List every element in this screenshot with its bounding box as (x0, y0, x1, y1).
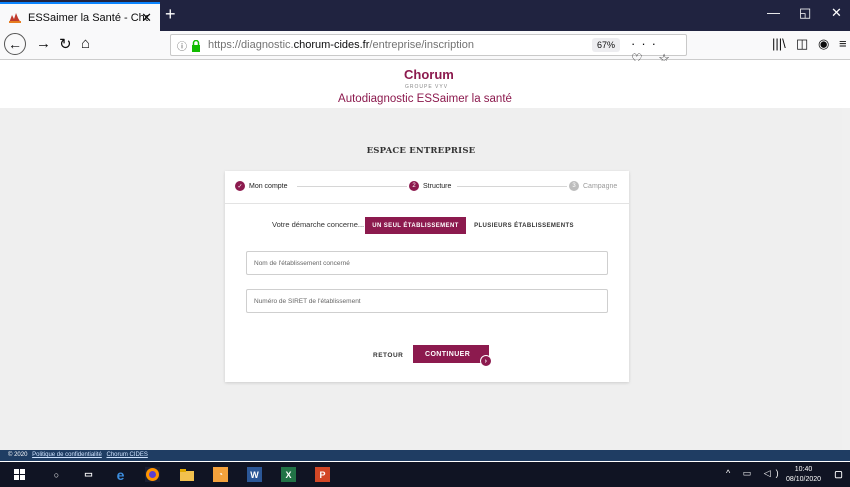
single-establishment-button[interactable]: UN SEUL ÉTABLISSEMENT (365, 217, 466, 234)
url-bar[interactable]: ⓘ https://diagnostic.chorum-cides.fr/ent… (170, 34, 687, 66)
word-icon[interactable]: W (247, 467, 262, 482)
site-footer: © 2020 Politique de confidentialité Chor… (0, 450, 850, 461)
copyright-text: © 2020 (8, 452, 28, 458)
windows-start-icon[interactable] (12, 467, 27, 482)
main-content: ESPACE ENTREPRISE ✓ Mon compte 2 Structu… (0, 108, 842, 450)
reload-icon[interactable]: ↻ (59, 35, 72, 53)
powerpoint-icon[interactable]: P (315, 467, 330, 482)
arrow-right-icon: › (480, 355, 492, 367)
maximize-icon[interactable]: ◱ (799, 5, 811, 21)
lock-icon (191, 39, 203, 52)
zoom-indicator[interactable]: 67% (592, 38, 621, 52)
account-icon[interactable]: ◉ (818, 36, 829, 52)
task-view-icon[interactable]: ▭ (81, 467, 96, 482)
step-connector (457, 186, 567, 187)
notifications-icon[interactable]: ▢ (831, 467, 846, 482)
windows-taskbar: ○ ▭ e ◔ W X P ^ ▭ ◁) 10:40 08/10/2020 ▢ (0, 462, 850, 487)
back-arrow-icon[interactable]: ← (4, 33, 26, 55)
chorum-cides-link[interactable]: Chorum CIDES (107, 452, 148, 458)
step-structure: 2 Structure (409, 181, 451, 191)
firefox-icon[interactable] (145, 467, 160, 482)
siret-field[interactable]: Numéro de SIRET de l'établissement (246, 289, 608, 313)
clock-date: 08/10/2020 (786, 476, 822, 483)
continue-button[interactable]: CONTINUER › (413, 345, 492, 367)
vertical-scrollbar[interactable] (842, 108, 850, 450)
home-icon[interactable]: ⌂ (81, 35, 90, 52)
sidebar-icon[interactable]: ◫ (796, 36, 808, 52)
step-number-badge: 2 (409, 181, 419, 191)
tab-close-icon[interactable]: ✕ (141, 10, 152, 26)
registration-card: ✓ Mon compte 2 Structure 3 Campagne Votr… (225, 171, 629, 382)
privacy-link[interactable]: Politique de confidentialité (32, 452, 102, 458)
url-text: https://diagnostic.chorum-cides.fr/entre… (208, 39, 474, 51)
clock-time: 10:40 (794, 466, 813, 473)
establishment-name-field[interactable]: Nom de l'établissement concerné (246, 251, 608, 275)
step-number-badge: 3 (569, 181, 579, 191)
app-icon[interactable]: ◔ (213, 467, 228, 482)
search-icon[interactable]: ○ (49, 467, 64, 482)
concerne-label: Votre démarche concerne... (272, 220, 365, 229)
minimize-icon[interactable]: — (767, 5, 780, 20)
menu-icon[interactable]: ≡ (839, 36, 847, 51)
step-label: Mon compte (249, 182, 288, 190)
edge-icon[interactable]: e (113, 467, 128, 483)
back-button[interactable]: RETOUR (373, 352, 403, 359)
step-campagne: 3 Campagne (569, 181, 617, 191)
chorum-favicon-icon (8, 11, 22, 25)
site-title: Autodiagnostic ESSaimer la santé (338, 93, 512, 105)
logo-subtitle: GROUPE VYV (405, 84, 449, 90)
window-close-icon[interactable]: ✕ (831, 5, 842, 21)
browser-tab[interactable]: ESSaimer la Santé - Chorum ✕ (0, 2, 160, 31)
step-label: Campagne (583, 182, 618, 190)
section-title: ESPACE ENTREPRISE (366, 146, 476, 156)
library-icon[interactable]: |||\ (772, 36, 786, 51)
info-icon[interactable]: ⓘ (177, 38, 187, 53)
new-tab-button[interactable]: + (165, 4, 176, 25)
browser-navbar: ← → ↻ ⌂ ⓘ https://diagnostic.chorum-cide… (0, 31, 850, 66)
taskbar-clock[interactable]: 10:40 08/10/2020 (786, 465, 821, 485)
check-icon: ✓ (235, 181, 245, 191)
file-explorer-icon[interactable] (179, 467, 194, 482)
stepper: ✓ Mon compte 2 Structure 3 Campagne (225, 171, 629, 204)
chorum-logo[interactable]: Chorum (404, 67, 454, 82)
step-label: Structure (423, 182, 452, 190)
multiple-establishments-button[interactable]: PLUSIEURS ÉTABLISSEMENTS (472, 217, 576, 234)
excel-icon[interactable]: X (281, 467, 296, 482)
system-tray-icons[interactable]: ^ ▭ ◁) (726, 468, 784, 479)
browser-tab-strip: ESSaimer la Santé - Chorum ✕ + — ◱ ✕ (0, 0, 850, 31)
step-connector (297, 186, 407, 187)
forward-arrow-icon[interactable]: → (36, 35, 51, 52)
continue-label: CONTINUER (425, 350, 471, 358)
site-header: Chorum GROUPE VYV Autodiagnostic ESSaime… (0, 61, 850, 108)
tab-title: ESSaimer la Santé - Chorum (28, 11, 148, 24)
step-mon-compte: ✓ Mon compte (235, 181, 288, 191)
